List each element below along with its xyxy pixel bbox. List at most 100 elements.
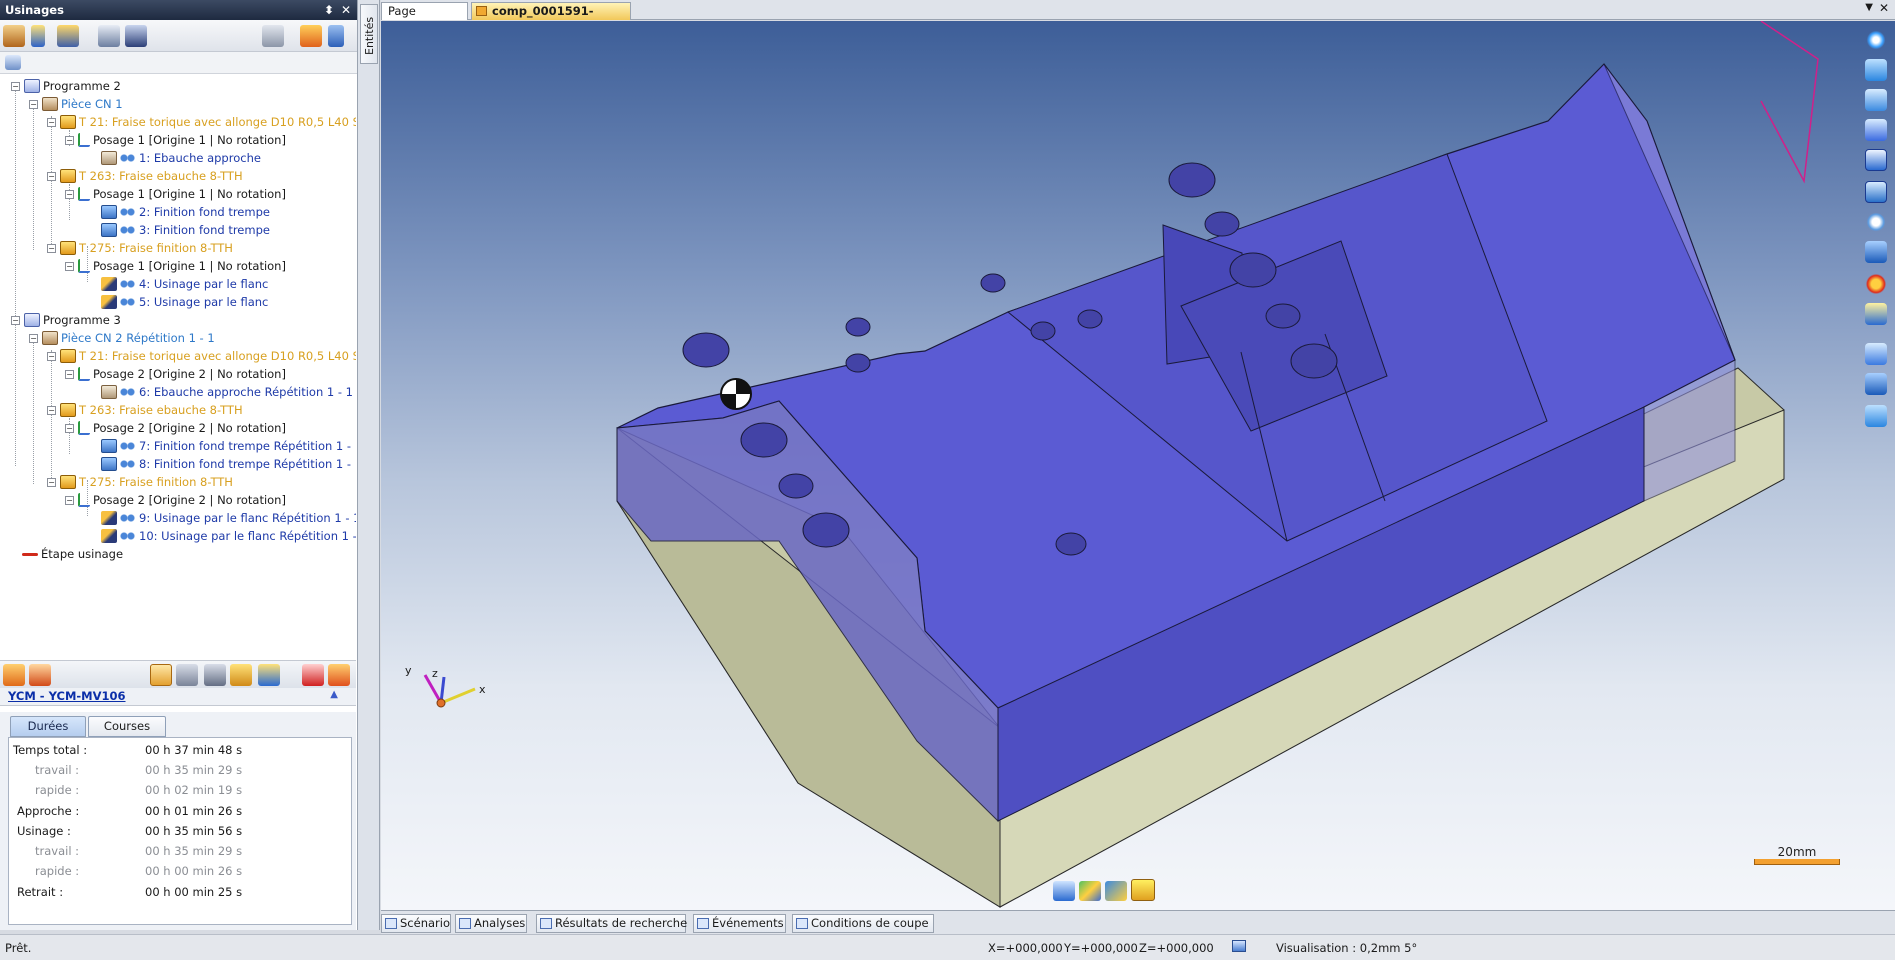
machine-view-icon[interactable] xyxy=(1131,879,1155,901)
tab-list-icon[interactable]: ▼ xyxy=(1865,2,1873,13)
tree-tool[interactable]: − T 21: Fraise torique avec allonge D10 R… xyxy=(47,113,356,131)
tab-events[interactable]: Événements xyxy=(693,914,786,933)
posage-axis-icon xyxy=(78,421,90,435)
tree-piece[interactable]: − Pièce CN 1 xyxy=(29,95,123,113)
machine-bar: YCM - YCM-MV106 ▲ xyxy=(0,688,356,706)
tree-programme[interactable]: − Programme 3 xyxy=(11,311,121,329)
layout-icon[interactable] xyxy=(1865,149,1887,171)
tree-piece[interactable]: − Pièce CN 2 Répétition 1 - 1 xyxy=(29,329,215,347)
tool-view-icon[interactable] xyxy=(1865,89,1887,111)
usinages-toolbar xyxy=(0,20,357,52)
tree-posage[interactable]: − Posage 2 [Origine 2 | No rotation] xyxy=(65,419,286,437)
tab-home[interactable]: Page d'accueil xyxy=(381,2,468,34)
tree-operation[interactable]: 2: Finition fond trempe xyxy=(101,203,270,221)
tab-cutting-conditions[interactable]: Conditions de coupe xyxy=(792,914,934,933)
tree-posage[interactable]: − Posage 1 [Origine 1 | No rotation] xyxy=(65,185,286,203)
material-view-icon[interactable] xyxy=(1079,881,1101,901)
operation-state-icon xyxy=(120,511,136,525)
tree-posage[interactable]: − Posage 1 [Origine 1 | No rotation] xyxy=(65,257,286,275)
posage-axis-icon xyxy=(78,187,90,201)
tree-posage[interactable]: − Posage 1 [Origine 1 | No rotation] xyxy=(65,131,286,149)
tree-operation[interactable]: 8: Finition fond trempe Répétition 1 - 1 xyxy=(101,455,356,473)
operation-state-icon xyxy=(120,439,136,453)
filter-toolbar-icon[interactable] xyxy=(328,664,350,686)
zoom-icon[interactable] xyxy=(1865,211,1887,233)
tool-holder-toolbar-icon[interactable] xyxy=(176,664,198,686)
stock-display-icon[interactable] xyxy=(1865,373,1887,395)
tab-document[interactable]: comp_0001591-reprise* xyxy=(471,2,631,34)
flank-milling-icon xyxy=(101,529,117,543)
machine-link[interactable]: YCM - YCM-MV106 xyxy=(8,689,126,703)
tree-posage[interactable]: − Posage 2 [Origine 2 | No rotation] xyxy=(65,491,286,509)
tree-operation[interactable]: 7: Finition fond trempe Répétition 1 - 1 xyxy=(101,437,356,455)
machine-icon[interactable] xyxy=(3,25,25,47)
hole xyxy=(682,332,730,368)
bottom-tab-bar: Scénario Analyses Résultats de recherche… xyxy=(381,910,1895,934)
tool-toolbar-icon[interactable] xyxy=(230,664,252,686)
collapse-tree-icon[interactable] xyxy=(29,664,51,686)
tool-holder-icon xyxy=(60,475,76,489)
tree-tool[interactable]: − T 263: Fraise ebauche 8-TTH xyxy=(47,401,243,419)
tab-scenario[interactable]: Scénario xyxy=(381,914,451,933)
tree-tool[interactable]: − T 263: Fraise ebauche 8-TTH xyxy=(47,167,243,185)
tree-view-icon[interactable] xyxy=(300,25,322,47)
3d-viewport[interactable]: y z x 20mm xyxy=(381,21,1895,910)
print-icon[interactable] xyxy=(98,25,120,47)
zoom-window-icon[interactable] xyxy=(1865,181,1887,203)
tab-durees[interactable]: Durées xyxy=(10,716,86,737)
visualisation-icon[interactable] xyxy=(1232,940,1246,952)
pin-icon[interactable]: ⬍ xyxy=(321,2,337,18)
warning-toolbar-icon[interactable] xyxy=(302,664,324,686)
posage-toolbar-icon[interactable] xyxy=(258,664,280,686)
tree-operation[interactable]: 3: Finition fond trempe xyxy=(101,221,270,239)
add-point-icon[interactable] xyxy=(1865,29,1887,51)
refresh-icon[interactable] xyxy=(262,25,284,47)
columns-icon[interactable] xyxy=(5,55,21,70)
expand-tree-icon[interactable] xyxy=(3,664,25,686)
simulation-view-icon[interactable] xyxy=(1105,881,1127,901)
close-icon[interactable]: ✕ xyxy=(338,2,354,18)
tool-holder-view-icon[interactable] xyxy=(1053,881,1075,901)
hole xyxy=(778,473,814,499)
program-icon xyxy=(24,313,40,327)
tree-machining-step[interactable]: Étape usinage xyxy=(22,545,123,563)
tool-display-icon[interactable] xyxy=(1865,343,1887,365)
operation-icon[interactable] xyxy=(57,25,79,47)
tree-operation[interactable]: 1: Ebauche approche xyxy=(101,149,261,167)
percent-icon[interactable] xyxy=(150,664,172,686)
tab-search-results[interactable]: Résultats de recherche xyxy=(536,914,687,933)
toolpath-icon[interactable] xyxy=(1865,405,1887,427)
contour-path xyxy=(1760,21,1819,184)
cube-view-icon[interactable] xyxy=(1865,241,1887,263)
tree-posage[interactable]: − Posage 2 [Origine 2 | No rotation] xyxy=(65,365,286,383)
tab-entites[interactable]: Entités xyxy=(360,4,378,64)
collapse-arrow-icon[interactable]: ▲ xyxy=(330,689,338,700)
tool-icon[interactable] xyxy=(31,25,45,47)
pan-icon[interactable] xyxy=(1865,59,1887,81)
tree-operation[interactable]: 5: Usinage par le flanc xyxy=(101,293,268,311)
tree-programme[interactable]: − Programme 2 xyxy=(11,77,121,95)
tree-tool[interactable]: − T 275: Fraise finition 8-TTH xyxy=(47,473,233,491)
tree-operation[interactable]: 9: Usinage par le flanc Répétition 1 - 1 xyxy=(101,509,356,527)
tree-operation[interactable]: 10: Usinage par le flanc Répétition 1 - … xyxy=(101,527,356,545)
finishing-icon xyxy=(101,439,117,453)
simulation-icon[interactable] xyxy=(125,25,147,47)
tab-analyses[interactable]: Analyses xyxy=(455,914,527,933)
search-results-icon xyxy=(540,918,552,929)
tree-tool[interactable]: − T 275: Fraise finition 8-TTH xyxy=(47,239,233,257)
side-tab-strip: Entités xyxy=(358,0,380,930)
tree-operation[interactable]: 4: Usinage par le flanc xyxy=(101,275,268,293)
tab-courses[interactable]: Courses xyxy=(88,716,166,737)
operation-state-icon xyxy=(120,457,136,471)
hole xyxy=(980,273,1006,293)
tool-holder-icon xyxy=(60,349,76,363)
panel-title: Usinages xyxy=(5,3,64,17)
record-icon[interactable] xyxy=(1865,273,1887,295)
sort-icon[interactable] xyxy=(328,25,344,47)
tree-tool[interactable]: − T 21: Fraise torique avec allonge D10 R… xyxy=(47,347,356,365)
tree-operation[interactable]: 6: Ebauche approche Répétition 1 - 1 xyxy=(101,383,353,401)
close-document-icon[interactable]: ✕ xyxy=(1879,1,1889,15)
camera-icon[interactable] xyxy=(1865,119,1887,141)
help-icon[interactable] xyxy=(1865,303,1887,325)
machine-toolbar-icon[interactable] xyxy=(204,664,226,686)
